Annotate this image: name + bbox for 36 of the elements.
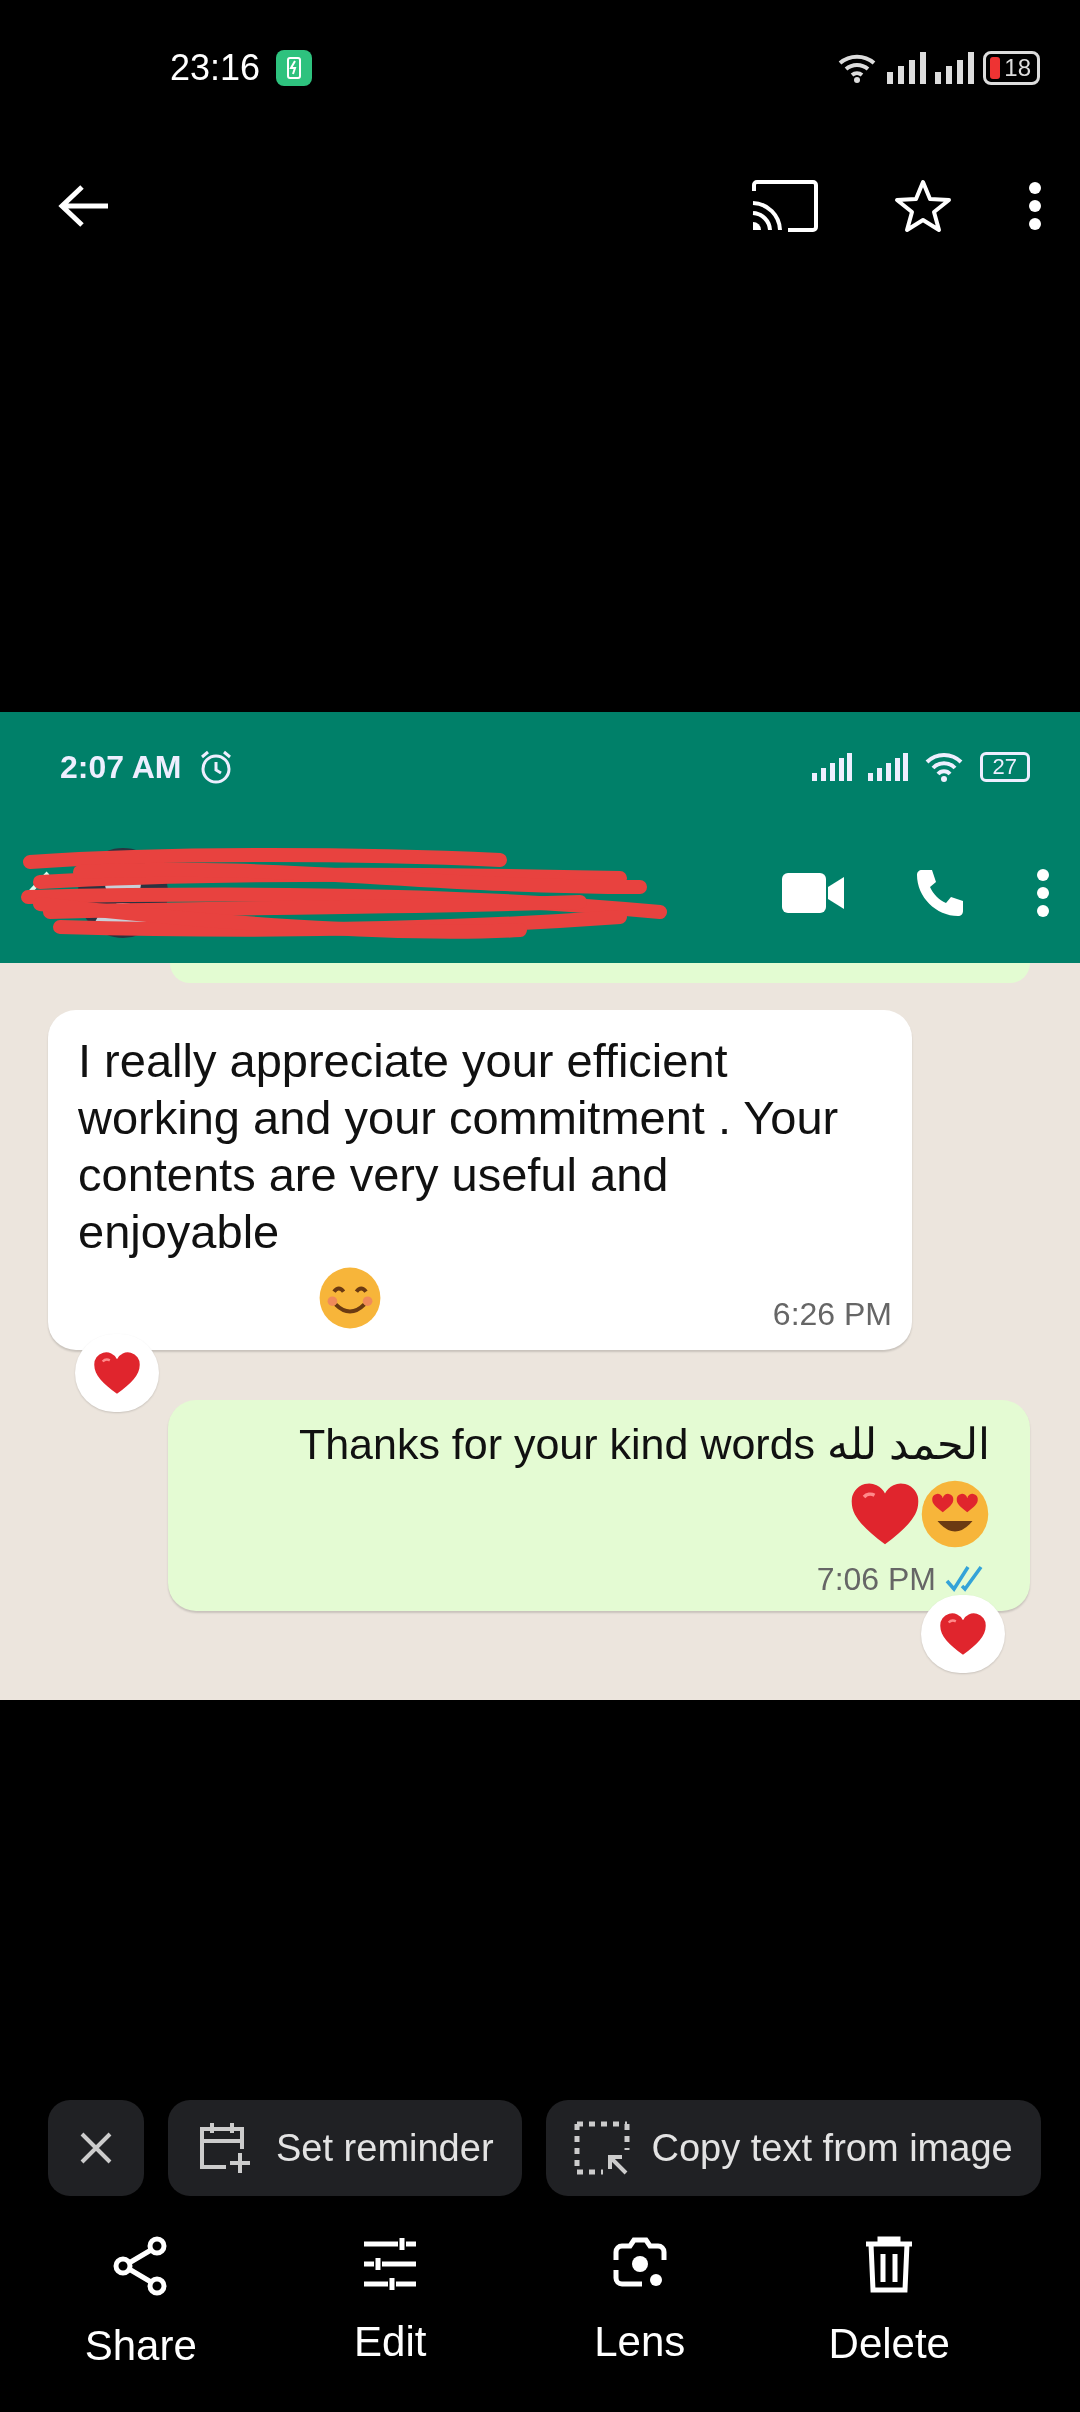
wifi-icon: [923, 752, 964, 782]
battery-charging-icon: [276, 50, 313, 86]
signal-icon: [867, 753, 908, 781]
share-button[interactable]: Share: [40, 2236, 241, 2412]
signal-icon: [887, 52, 928, 84]
signal-icon: [811, 753, 852, 781]
message-text: I really appreciate your efficient working and your commitment . Your contents are very useful and enjoyable: [78, 1034, 839, 1258]
status-time: 23:16: [170, 46, 261, 90]
trash-icon: [864, 2236, 915, 2294]
close-icon: [79, 2131, 113, 2165]
more-options-icon[interactable]: [1036, 868, 1050, 917]
delete-button[interactable]: Delete: [789, 2236, 990, 2412]
more-options-icon: [1028, 181, 1042, 231]
heart-eyes-face-icon: [920, 1479, 990, 1549]
text-select-icon: [573, 2121, 630, 2175]
heart-icon: [939, 1612, 987, 1656]
sliders-icon: [362, 2236, 419, 2292]
video-call-icon[interactable]: [782, 872, 844, 913]
lens-button[interactable]: Lens: [539, 2236, 740, 2412]
cast-icon: [750, 179, 818, 233]
battery-indicator: 18: [983, 51, 1040, 85]
edit-button[interactable]: Edit: [290, 2236, 491, 2412]
heart-icon: [850, 1482, 920, 1546]
close-button[interactable]: [48, 2100, 144, 2196]
copy-text-chip[interactable]: Copy text from image: [545, 2100, 1041, 2196]
heart-icon: [93, 1351, 141, 1395]
reminder-chip[interactable]: Set reminder: [168, 2100, 522, 2196]
message-time: 6:26 PM: [772, 1295, 892, 1334]
message-time: 7:06 PM: [816, 1560, 936, 1599]
share-icon: [112, 2236, 169, 2296]
star-icon: [894, 178, 952, 234]
status-time: 2:07 AM: [60, 748, 182, 787]
smiling-face-icon: [318, 1266, 382, 1330]
message-text: Thanks for your kind words الحمد لله: [298, 1420, 990, 1468]
signal-icon: [935, 52, 976, 84]
battery-indicator: 27: [979, 752, 1030, 782]
